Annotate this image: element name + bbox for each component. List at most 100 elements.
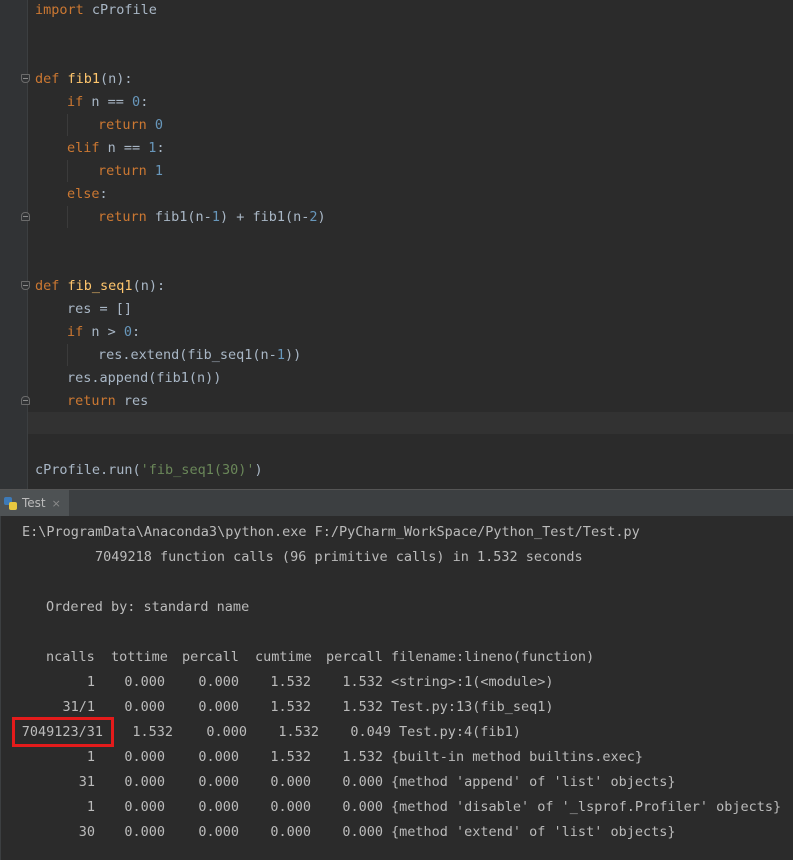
stats-header-filename: filename:lineno(function) bbox=[391, 649, 595, 665]
stats-cell-cumtime: 0.000 bbox=[270, 799, 311, 815]
stats-cell-filename: {method 'append' of 'list' objects} bbox=[391, 774, 676, 790]
code-token: 'fib_seq1(30)' bbox=[140, 462, 255, 478]
console-command-line: E:\ProgramData\Anaconda3\python.exe F:/P… bbox=[22, 524, 640, 540]
stats-cell-filename: {method 'disable' of '_lsprof.Profiler' … bbox=[391, 799, 782, 815]
stats-cell-filename: Test.py:4(fib1) bbox=[399, 724, 521, 740]
indent-guide bbox=[67, 206, 68, 228]
console-ordered-by: Ordered by: standard name bbox=[46, 599, 250, 615]
fold-marker-icon[interactable] bbox=[21, 74, 30, 83]
code-token: ) + fib1(n- bbox=[219, 209, 310, 225]
stats-cell-percall: 0.000 bbox=[206, 724, 247, 740]
fold-marker-icon[interactable] bbox=[21, 212, 30, 221]
code-token: ) bbox=[254, 462, 263, 478]
stats-cell-ncalls: 1 bbox=[86, 749, 95, 765]
stats-cell-tottime: 0.000 bbox=[124, 699, 165, 715]
code-token: fib1 bbox=[67, 71, 101, 87]
stats-cell-filename: {method 'extend' of 'list' objects} bbox=[391, 824, 676, 840]
code-token: n > bbox=[83, 324, 124, 340]
stats-cell-ncalls: 1 bbox=[86, 799, 95, 815]
stats-cell-percall: 0.000 bbox=[198, 674, 239, 690]
fold-marker-icon[interactable] bbox=[21, 281, 30, 290]
run-tab-test[interactable]: Test × bbox=[0, 490, 69, 516]
stats-cell-percall2: 1.532 bbox=[342, 699, 383, 715]
code-line: res.extend(fib_seq1(n-1)) bbox=[98, 345, 301, 365]
code-line: def fib1(n): bbox=[35, 69, 133, 89]
code-line: if n > 0: bbox=[67, 322, 140, 342]
code-token: res.append(fib1(n)) bbox=[67, 370, 222, 386]
stats-cell-tottime: 0.000 bbox=[124, 799, 165, 815]
stats-cell-filename: <string>:1(<module>) bbox=[391, 674, 554, 690]
code-token: : bbox=[140, 94, 149, 110]
stats-cell-cumtime: 1.532 bbox=[278, 724, 319, 740]
code-line: cProfile.run('fib_seq1(30)') bbox=[35, 460, 263, 480]
indent-guide bbox=[67, 344, 68, 366]
code-token: return bbox=[98, 117, 147, 133]
code-token: def bbox=[35, 71, 60, 87]
code-line: res = [] bbox=[67, 299, 132, 319]
stats-cell-ncalls: 30 bbox=[78, 824, 95, 840]
stats-header-ncalls: ncalls bbox=[46, 649, 95, 665]
console-summary-line: 7049218 function calls (96 primitive cal… bbox=[95, 549, 583, 565]
stats-cell-percall: 0.000 bbox=[198, 699, 239, 715]
run-tab-label: Test bbox=[22, 496, 46, 510]
code-token: n == bbox=[99, 140, 149, 156]
run-tool-window-tabbar: Test × bbox=[0, 489, 793, 516]
current-line-highlight bbox=[28, 412, 793, 434]
code-token: def bbox=[35, 278, 60, 294]
close-icon[interactable]: × bbox=[52, 497, 61, 510]
stats-cell-percall2: 0.000 bbox=[342, 824, 383, 840]
code-line: return res bbox=[67, 391, 148, 411]
stats-cell-percall2: 1.532 bbox=[342, 674, 383, 690]
code-token: elif bbox=[67, 140, 100, 156]
stats-cell-cumtime: 1.532 bbox=[270, 699, 311, 715]
code-line: elif n == 1: bbox=[67, 138, 165, 158]
code-token: 1 bbox=[276, 347, 285, 363]
code-token: if bbox=[67, 94, 84, 110]
stats-cell-tottime: 0.000 bbox=[124, 824, 165, 840]
code-line: return fib1(n-1) + fib1(n-2) bbox=[98, 207, 326, 227]
code-token: res.extend(fib_seq1(n- bbox=[98, 347, 277, 363]
stats-cell-percall: 0.000 bbox=[198, 824, 239, 840]
indent-guide bbox=[67, 114, 68, 136]
code-token: : bbox=[132, 324, 141, 340]
fold-marker-icon[interactable] bbox=[21, 396, 30, 405]
stats-cell-cumtime: 0.000 bbox=[270, 824, 311, 840]
code-editor[interactable]: import cProfile def fib1(n): if n == 0: … bbox=[0, 0, 793, 489]
code-token: cProfile bbox=[83, 2, 157, 18]
code-token: cProfile.run( bbox=[35, 462, 141, 478]
stats-cell-cumtime: 1.532 bbox=[270, 674, 311, 690]
code-token: 1 bbox=[211, 209, 220, 225]
stats-header-cumtime: cumtime bbox=[255, 649, 312, 665]
stats-header-percall: percall bbox=[326, 649, 383, 665]
code-token: (n): bbox=[100, 71, 133, 87]
stats-cell-tottime: 0.000 bbox=[124, 749, 165, 765]
code-line: return 1 bbox=[98, 161, 163, 181]
stats-header-percall: percall bbox=[182, 649, 239, 665]
code-token: ) bbox=[317, 209, 326, 225]
code-token: (n): bbox=[132, 278, 166, 294]
code-token: res bbox=[115, 393, 149, 409]
stats-cell-tottime: 1.532 bbox=[132, 724, 173, 740]
code-token: : bbox=[99, 186, 108, 202]
code-token: : bbox=[156, 140, 165, 156]
stats-cell-percall: 0.000 bbox=[198, 774, 239, 790]
code-token: return bbox=[98, 209, 147, 225]
stats-cell-cumtime: 0.000 bbox=[270, 774, 311, 790]
annotation-highlight-box bbox=[12, 717, 114, 747]
code-line: if n == 0: bbox=[67, 92, 148, 112]
run-console-output[interactable]: E:\ProgramData\Anaconda3\python.exe F:/P… bbox=[0, 516, 793, 860]
stats-cell-percall2: 0.049 bbox=[350, 724, 391, 740]
stats-cell-filename: Test.py:13(fib_seq1) bbox=[391, 699, 554, 715]
stats-cell-percall2: 0.000 bbox=[342, 799, 383, 815]
code-token: 1 bbox=[154, 163, 164, 179]
indent-guide bbox=[67, 160, 68, 182]
stats-cell-ncalls: 31 bbox=[78, 774, 95, 790]
code-token: )) bbox=[284, 347, 302, 363]
code-token: else bbox=[67, 186, 100, 202]
stats-cell-percall2: 0.000 bbox=[342, 774, 383, 790]
code-token: 0 bbox=[132, 94, 141, 110]
stats-cell-percall: 0.000 bbox=[198, 799, 239, 815]
